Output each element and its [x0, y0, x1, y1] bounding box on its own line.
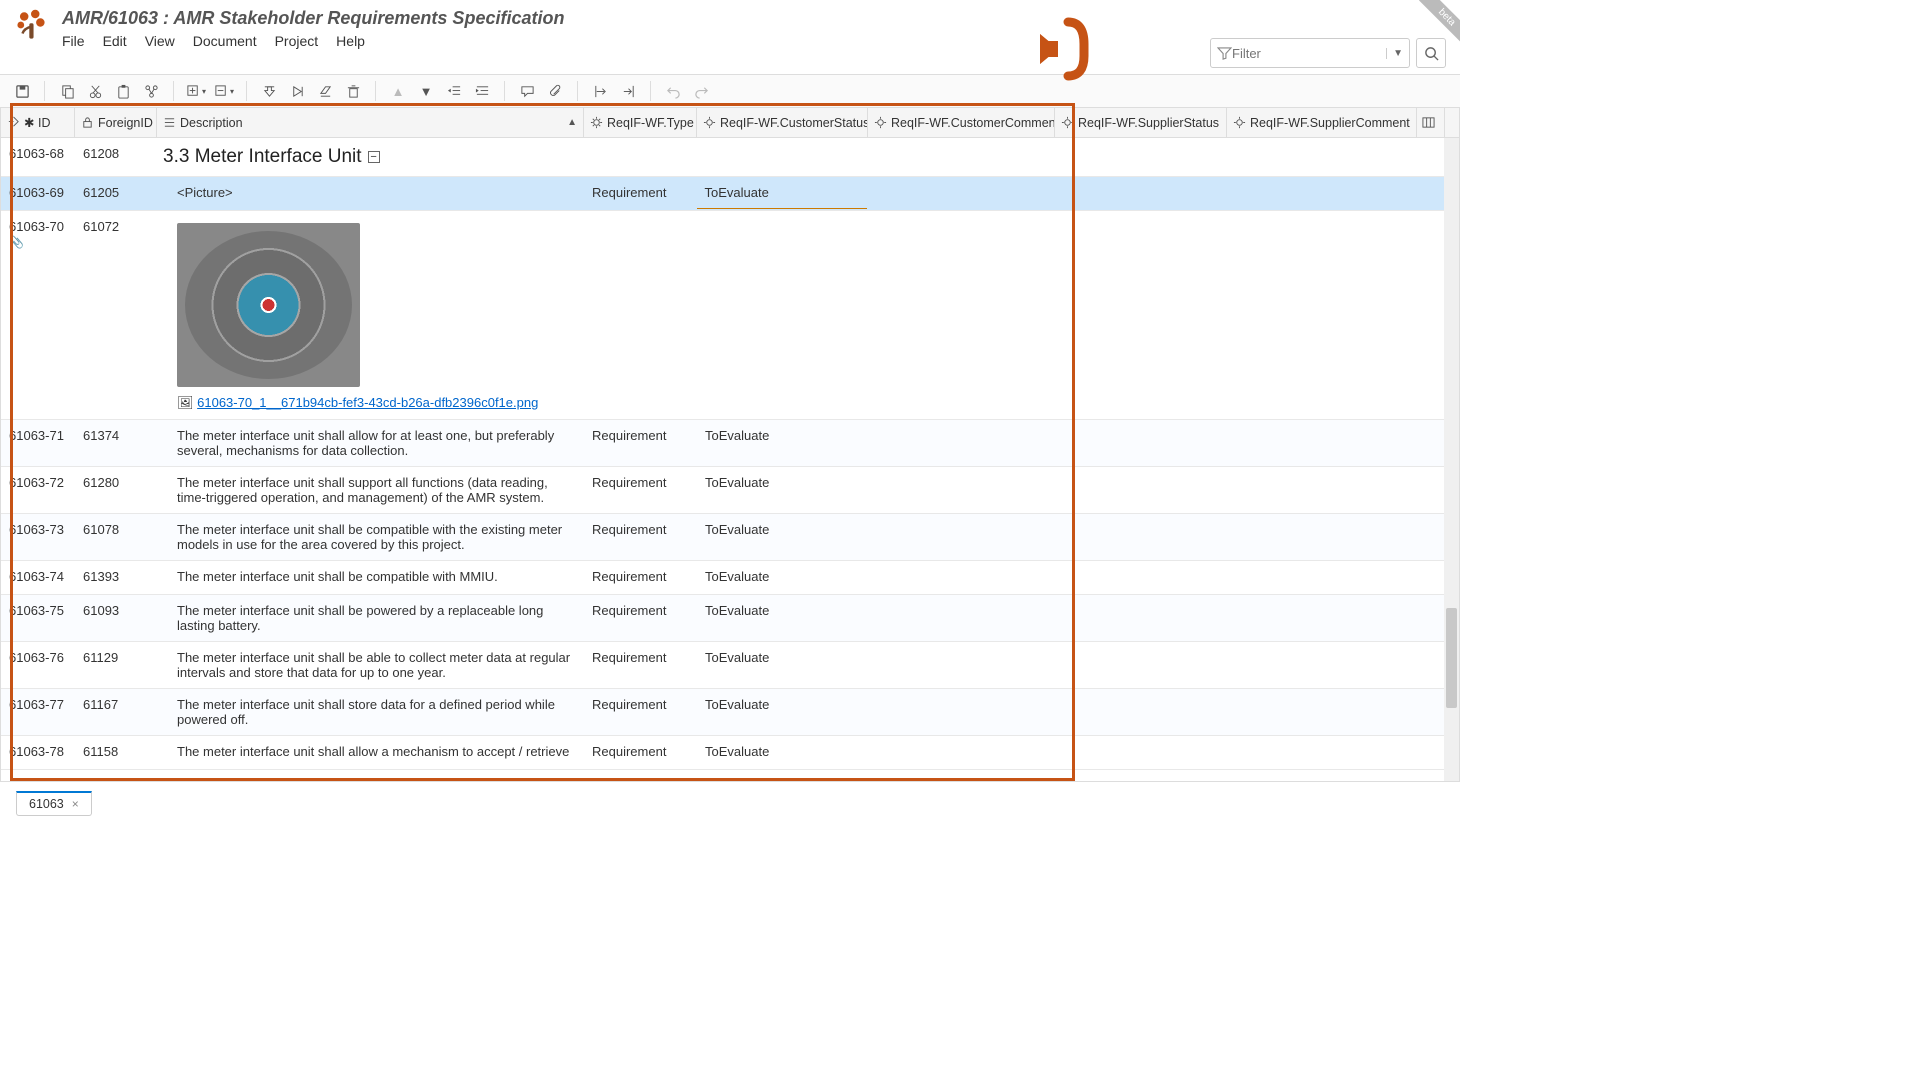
attach-button[interactable] [543, 79, 567, 103]
redo-button[interactable] [689, 79, 713, 103]
image-icon: 🖼 [177, 395, 194, 410]
clear-format-button[interactable] [313, 79, 337, 103]
document-tab[interactable]: 61063 × [16, 791, 92, 816]
gear-icon [1061, 116, 1074, 129]
outdent-button[interactable] [442, 79, 466, 103]
toolbar: ▾ ▾ ▲ ▼ [0, 74, 1460, 108]
sort-asc-icon: ▲ [567, 117, 577, 128]
menu-document[interactable]: Document [193, 33, 257, 49]
table-row[interactable]: 61063-7361078The meter interface unit sh… [1, 514, 1459, 561]
menu-project[interactable]: Project [275, 33, 319, 49]
col-foreign-id[interactable]: ForeignID [75, 108, 157, 137]
table-row[interactable]: 61063-70📎61072🖼 61063-70_1__671b94cb-fef… [1, 211, 1459, 420]
outgoing-link-button[interactable] [588, 79, 612, 103]
grid-header: ✱ ID ForeignID Description▲ ReqIF-WF.Typ… [1, 108, 1459, 138]
beta-ribbon: beta [1400, 0, 1460, 60]
image-thumbnail [177, 223, 360, 387]
menu-help[interactable]: Help [336, 33, 365, 49]
gear-icon [874, 116, 887, 129]
copy-button[interactable] [55, 79, 79, 103]
table-row[interactable]: 61063-7761167The meter interface unit sh… [1, 689, 1459, 736]
close-tab-icon[interactable]: × [72, 797, 79, 811]
delete-button[interactable] [341, 79, 365, 103]
paste-button[interactable] [111, 79, 135, 103]
menu-edit[interactable]: Edit [103, 33, 127, 49]
move-down-button[interactable]: ▼ [414, 79, 438, 103]
table-row[interactable]: 61063-7661129The meter interface unit sh… [1, 642, 1459, 689]
link-button[interactable] [139, 79, 163, 103]
remove-button[interactable]: ▾ [212, 79, 236, 103]
annotation-arrow [1000, 14, 1090, 87]
comment-button[interactable] [515, 79, 539, 103]
undo-button[interactable] [661, 79, 685, 103]
promote-button[interactable] [257, 79, 281, 103]
list-icon [163, 116, 176, 129]
table-row[interactable]: 61063-6961205<Picture>RequirementToEvalu… [1, 177, 1459, 211]
add-button[interactable]: ▾ [184, 79, 208, 103]
col-type[interactable]: ReqIF-WF.Type [584, 108, 697, 137]
lock-icon [81, 116, 94, 129]
col-id[interactable]: ✱ ID [1, 108, 75, 137]
cut-button[interactable] [83, 79, 107, 103]
menu-file[interactable]: File [62, 33, 85, 49]
table-row[interactable]: 61063-7461393The meter interface unit sh… [1, 561, 1459, 595]
table-row[interactable]: 61063-7861158The meter interface unit sh… [1, 736, 1459, 770]
app-logo [14, 8, 48, 42]
table-row[interactable]: 61063-7261280The meter interface unit sh… [1, 467, 1459, 514]
image-link[interactable]: 61063-70_1__671b94cb-fef3-43cd-b26a-dfb2… [197, 395, 538, 410]
scrollbar[interactable] [1444, 138, 1459, 781]
indent-button[interactable] [470, 79, 494, 103]
col-customer-status[interactable]: ReqIF-WF.CustomerStatus [697, 108, 868, 137]
col-supplier-status[interactable]: ReqIF-WF.SupplierStatus [1055, 108, 1227, 137]
table-row[interactable]: 61063-7561093The meter interface unit sh… [1, 595, 1459, 642]
table-row[interactable]: 61063-68612083.3 Meter Interface Unit− [1, 138, 1459, 177]
gear-icon [1233, 116, 1246, 129]
attachment-icon: 📎 [9, 235, 24, 249]
demote-button[interactable] [285, 79, 309, 103]
menu-view[interactable]: View [145, 33, 175, 49]
table-row[interactable]: 61063-7161374The meter interface unit sh… [1, 420, 1459, 467]
col-supplier-comment[interactable]: ReqIF-WF.SupplierComment [1227, 108, 1417, 137]
gear-icon [703, 116, 716, 129]
col-customer-comment[interactable]: ReqIF-WF.CustomerComment [868, 108, 1055, 137]
requirements-grid: ✱ ID ForeignID Description▲ ReqIF-WF.Typ… [0, 108, 1460, 782]
columns-icon [1422, 116, 1435, 129]
col-columns-toggle[interactable] [1417, 108, 1445, 137]
gear-icon [590, 116, 603, 129]
save-button[interactable] [10, 79, 34, 103]
incoming-link-button[interactable] [616, 79, 640, 103]
filter-box[interactable]: ▼ [1210, 38, 1410, 68]
grid-body[interactable]: 61063-68612083.3 Meter Interface Unit−61… [1, 138, 1459, 782]
filter-icon [1217, 46, 1232, 61]
move-up-button[interactable]: ▲ [386, 79, 410, 103]
collapse-icon: − [368, 151, 380, 163]
filter-input[interactable] [1232, 46, 1382, 61]
key-icon [7, 116, 20, 129]
col-description[interactable]: Description▲ [157, 108, 584, 137]
